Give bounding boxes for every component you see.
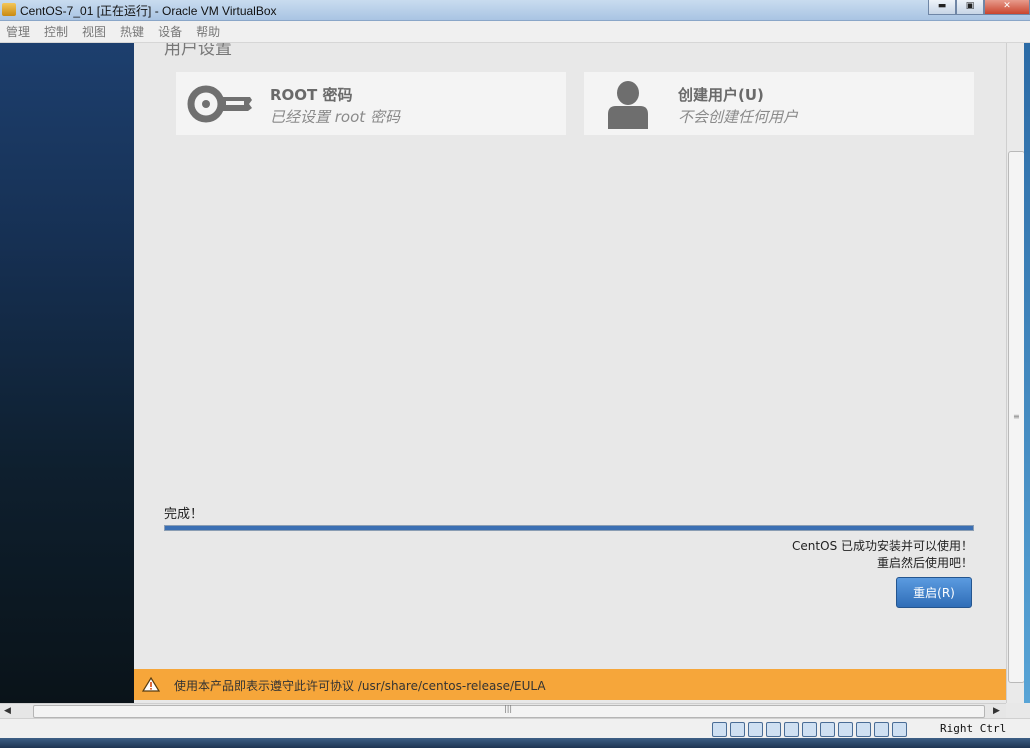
root-password-title: ROOT 密码 (270, 86, 353, 104)
install-progress-bar (164, 525, 974, 531)
folder-icon[interactable] (802, 722, 817, 737)
capture-icon[interactable] (892, 722, 907, 737)
menu-item-help[interactable]: 帮助 (196, 23, 220, 40)
virtualbox-app-icon (2, 3, 16, 16)
installer-main: 用户设置 ROOT 密码 已经设置 root 密码 创建用户(U) 不会创建任何… (134, 43, 1006, 669)
section-title: 用户设置 (164, 43, 232, 59)
usb-icon[interactable] (748, 722, 763, 737)
menu-bar: 管理 控制 视图 热键 设备 帮助 (0, 21, 1030, 43)
minimize-button[interactable]: ▬ (928, 0, 956, 15)
host-key-label: Right Ctrl (940, 722, 1007, 735)
cpu-icon[interactable] (856, 722, 871, 737)
device-icons (712, 722, 910, 737)
optical-icon[interactable] (730, 722, 745, 737)
install-progress-fill (165, 526, 973, 530)
menu-item-hotkeys[interactable]: 热键 (120, 23, 144, 40)
install-complete-message: CentOS 已成功安装并可以使用！ (792, 539, 973, 553)
menu-item-manage[interactable]: 管理 (6, 23, 30, 40)
create-user-subtitle: 不会创建任何用户 (678, 108, 799, 126)
desktop-edge (1024, 43, 1030, 703)
root-password-subtitle: 已经设置 root 密码 (270, 108, 400, 126)
reboot-hint-message: 重启然后使用吧！ (876, 556, 973, 570)
menu-item-devices[interactable]: 设备 (158, 23, 182, 40)
eula-notice-bar: 使用本产品即表示遵守此许可协议 /usr/share/centos-releas… (134, 669, 1006, 700)
warning-icon (142, 677, 160, 692)
scroll-left-icon[interactable]: ◀ (4, 704, 11, 719)
close-button[interactable]: ✕ (984, 0, 1030, 15)
menu-item-view[interactable]: 视图 (82, 23, 106, 40)
window-titlebar: CentOS-7_01 [正在运行] - Oracle VM VirtualBo… (0, 0, 1030, 21)
windows-taskbar (0, 738, 1030, 748)
scroll-grip-icon: ≡ (1013, 412, 1020, 421)
scroll-right-icon[interactable]: ▶ (993, 704, 1000, 719)
window-controls: ▬ ▣ ✕ (928, 0, 1030, 16)
display-icon[interactable] (820, 722, 835, 737)
key-icon (187, 85, 252, 123)
mouse-icon[interactable] (874, 722, 889, 737)
horizontal-scroll-thumb[interactable]: ||| (33, 704, 985, 718)
installer-sidebar (0, 43, 134, 703)
window-title: CentOS-7_01 [正在运行] - Oracle VM VirtualBo… (20, 4, 277, 18)
vertical-scrollbar[interactable]: ≡ (1006, 43, 1025, 703)
menu-item-control[interactable]: 控制 (44, 23, 68, 40)
network-icon[interactable] (766, 722, 781, 737)
eula-text[interactable]: 使用本产品即表示遵守此许可协议 /usr/share/centos-releas… (174, 677, 546, 694)
create-user-card[interactable]: 创建用户(U) 不会创建任何用户 (584, 72, 974, 135)
vm-status-bar: Right Ctrl (0, 718, 1030, 739)
pencil-icon[interactable] (784, 722, 799, 737)
install-status-label: 完成！ (164, 507, 204, 522)
hdd-icon[interactable] (712, 722, 727, 737)
vertical-scroll-thumb[interactable]: ≡ (1008, 151, 1025, 683)
reboot-button[interactable]: 重启(R) (896, 577, 972, 608)
video-icon[interactable] (838, 722, 853, 737)
horizontal-scrollbar[interactable]: ◀ ||| ▶ (0, 703, 1006, 719)
create-user-title: 创建用户(U) (678, 86, 764, 104)
user-icon (608, 81, 648, 129)
maximize-button[interactable]: ▣ (956, 0, 984, 15)
root-password-card[interactable]: ROOT 密码 已经设置 root 密码 (176, 72, 566, 135)
scroll-grip-icon: ||| (504, 704, 513, 713)
